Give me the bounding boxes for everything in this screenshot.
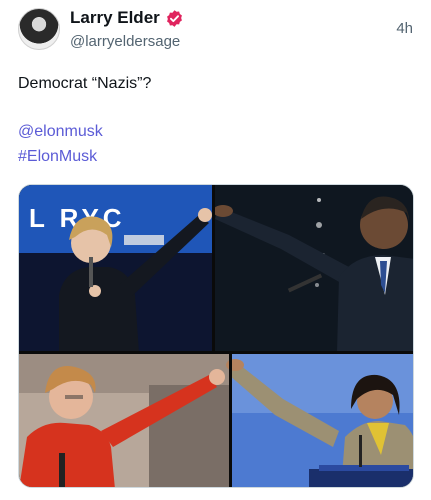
photo-collage: L RYC [19, 185, 413, 487]
author-name[interactable]: Larry Elder [70, 8, 160, 28]
mention-link[interactable]: @elonmusk [18, 123, 103, 141]
hashtag-link[interactable]: #ElonMusk [18, 148, 97, 166]
post-image[interactable]: L RYC [18, 184, 414, 488]
post-timestamp[interactable]: 4h [396, 20, 413, 37]
author-handle[interactable]: @larryeldersage [70, 33, 180, 50]
divider [229, 353, 232, 487]
divider [19, 351, 413, 354]
avatar[interactable] [18, 8, 60, 50]
divider [212, 185, 215, 353]
verified-badge-icon [166, 9, 182, 27]
panel-top-left: L RYC [19, 185, 214, 353]
panel-bottom-right [226, 353, 413, 487]
author-row: Larry Elder [70, 8, 184, 28]
panel-bottom-left [19, 353, 231, 487]
post-text: Democrat “Nazis”? [18, 75, 152, 92]
post-header: Larry Elder @larryeldersage 4h [18, 6, 418, 56]
panel-top-right [213, 185, 413, 353]
